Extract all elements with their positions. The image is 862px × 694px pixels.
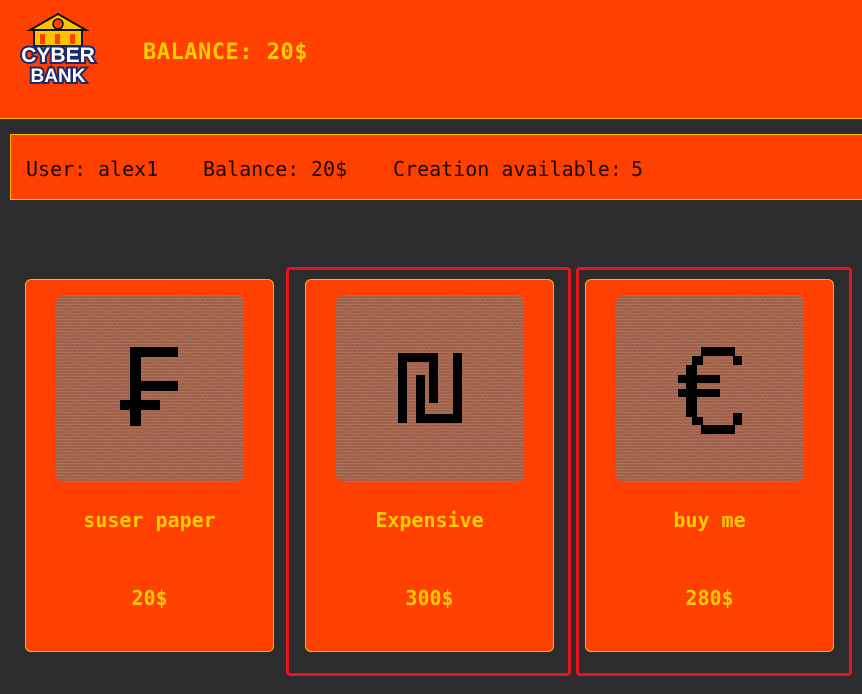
header-balance-label: BALANCE: xyxy=(143,40,253,65)
creation-value: 5 xyxy=(631,157,644,181)
balance-label: Balance: xyxy=(203,157,300,181)
product-card[interactable]: buy me 280$ xyxy=(585,279,834,652)
header-balance: BALANCE: 20$ xyxy=(143,40,308,65)
product-name: suser paper xyxy=(83,508,216,532)
product-name: Expensive xyxy=(375,508,484,532)
shekel-sign-icon xyxy=(398,353,462,423)
top-bar: CYBER BANK BALANCE: 20$ xyxy=(0,0,862,119)
creation-label: Creation available: xyxy=(393,157,622,181)
euro-sign-icon xyxy=(678,347,742,434)
product-image xyxy=(56,295,244,482)
logo-line1: CYBER xyxy=(21,44,95,67)
product-price: 20$ xyxy=(131,586,168,610)
balance-value: 20$ xyxy=(311,157,348,181)
user-value: alex1 xyxy=(98,157,159,181)
cyber-bank-logo[interactable]: CYBER BANK xyxy=(12,10,104,90)
product-card[interactable]: suser paper 20$ xyxy=(25,279,274,652)
header-balance-value: 20$ xyxy=(266,40,308,65)
product-image xyxy=(616,295,804,482)
product-name: buy me xyxy=(673,508,746,532)
user-label: User: xyxy=(26,157,87,181)
product-image xyxy=(336,295,524,482)
user-info-bar: User: alex1 Balance: 20$ Creation availa… xyxy=(10,134,862,200)
bank-coin-icon xyxy=(52,18,64,30)
franc-sign-icon xyxy=(120,347,178,426)
product-card[interactable]: Expensive 300$ xyxy=(305,279,554,652)
logo-line2: BANK xyxy=(31,66,86,87)
product-price: 300$ xyxy=(405,586,454,610)
product-price: 280$ xyxy=(685,586,734,610)
